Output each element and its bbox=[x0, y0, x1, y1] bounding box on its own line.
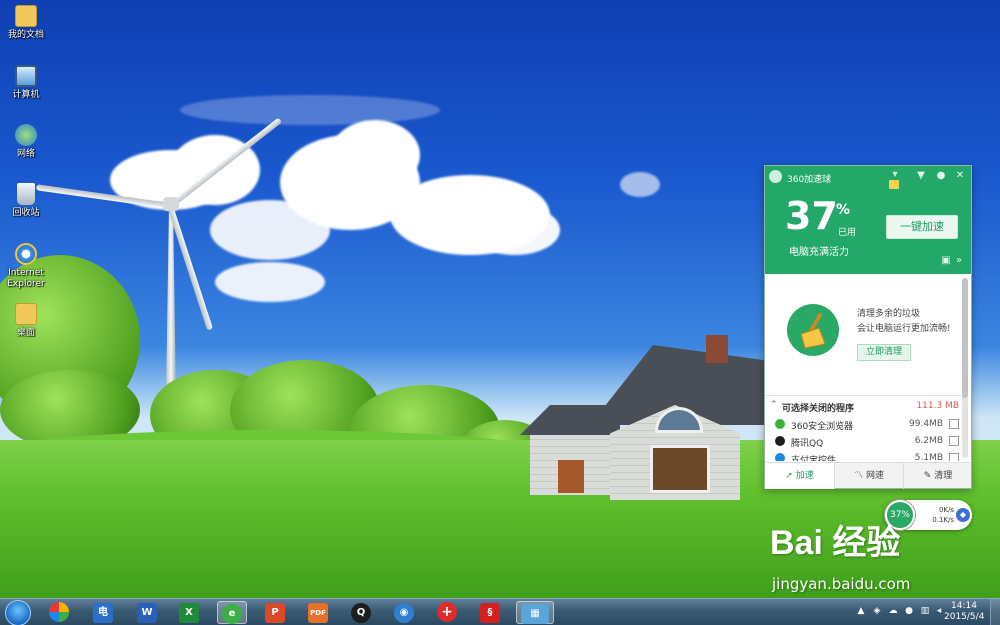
taskbar-360-safe[interactable] bbox=[44, 601, 74, 624]
taskbar-dian[interactable]: 电 bbox=[88, 601, 118, 624]
gamepad-icon[interactable]: ▣ bbox=[940, 255, 952, 267]
panel-header: 360加速球 ▾ ▼ ● ✕ 37 % 已用 电脑充满活力 一键加速 ▣ » bbox=[765, 166, 971, 274]
taskbar-first-aid[interactable]: + bbox=[432, 601, 462, 624]
network-icon bbox=[15, 124, 37, 146]
close-icon[interactable]: ✕ bbox=[954, 170, 966, 182]
computer-icon bbox=[15, 65, 37, 87]
collapse-caret-icon[interactable]: ⌃ bbox=[770, 400, 778, 410]
program-checkbox[interactable] bbox=[949, 453, 959, 461]
red-app-icon: § bbox=[480, 603, 500, 623]
one-click-boost-button[interactable]: 一键加速 bbox=[886, 215, 958, 239]
desktop-icon-internet-explorer[interactable]: Internet Explorer bbox=[2, 243, 50, 290]
qq-icon: Q bbox=[351, 603, 371, 623]
360-browser-icon bbox=[775, 419, 785, 429]
alipay-icon bbox=[775, 453, 785, 461]
taskbar-word[interactable]: W bbox=[132, 601, 162, 624]
tab-network-speed[interactable]: 〽 网速 bbox=[834, 463, 903, 489]
watermark-logo: Bai 经验 bbox=[770, 524, 901, 562]
section-total-size: 111.3 MB bbox=[916, 401, 959, 411]
clean-card: 清理多余的垃圾 会让电脑运行更加流畅! 立即清理 bbox=[765, 274, 961, 392]
word-icon: W bbox=[137, 603, 157, 623]
taskbar-360-browser[interactable]: e bbox=[217, 601, 247, 624]
input-method-icon[interactable]: ☁ bbox=[887, 605, 899, 617]
eye-icon: ◉ bbox=[394, 603, 414, 623]
qq-tray-icon[interactable]: ● bbox=[903, 605, 915, 617]
upload-speed: 0K/s bbox=[938, 506, 954, 514]
used-label: 已用 bbox=[838, 228, 857, 238]
network-speed-icon: 〽 bbox=[854, 471, 864, 481]
documents-folder-icon bbox=[15, 5, 37, 27]
tray-expand-icon[interactable]: ▲ bbox=[855, 605, 867, 617]
first-aid-icon: + bbox=[437, 602, 457, 622]
program-checkbox[interactable] bbox=[949, 419, 959, 429]
double-chevron-right-icon[interactable]: » bbox=[953, 255, 965, 267]
360-safe-icon bbox=[49, 602, 69, 622]
skin-icon[interactable]: ▼ bbox=[915, 170, 927, 182]
wind-turbine-tower bbox=[166, 205, 176, 400]
pdf-icon: PDF bbox=[308, 603, 328, 623]
qq-icon bbox=[775, 436, 785, 446]
360-browser-icon: e bbox=[222, 604, 242, 624]
show-desktop-button[interactable] bbox=[990, 599, 1000, 625]
pdf-viewer-icon: P bbox=[265, 603, 285, 623]
scrollbar-thumb[interactable] bbox=[962, 278, 968, 398]
program-row[interactable]: 腾讯QQ 6.2MB bbox=[765, 433, 961, 450]
desktop-icon-computer[interactable]: 计算机 bbox=[2, 65, 50, 101]
desktop-preview-icon: ▦ bbox=[521, 604, 549, 624]
rocket-icon: ➚ bbox=[785, 471, 793, 481]
desktop-icon-desktop-folder[interactable]: 桌面 bbox=[2, 303, 50, 339]
user-avatar-icon[interactable] bbox=[769, 170, 782, 183]
taskbar-desktop-preview[interactable]: ▦ bbox=[516, 601, 554, 624]
clean-hint-line2: 会让电脑运行更加流畅! bbox=[857, 324, 951, 334]
turbine-hub bbox=[163, 197, 179, 211]
excel-icon: X bbox=[179, 603, 199, 623]
taskbar-pdf[interactable]: PDF bbox=[303, 601, 333, 624]
percent-sign: % bbox=[836, 202, 851, 218]
taskbar-pdf-viewer[interactable]: P bbox=[260, 601, 290, 624]
clean-hint-line1: 清理多余的垃圾 bbox=[857, 309, 921, 319]
closable-programs-header[interactable]: ⌃ 可选择关闭的程序 111.3 MB bbox=[765, 395, 961, 415]
shield-icon[interactable]: ◈ bbox=[871, 605, 883, 617]
internet-explorer-icon bbox=[15, 243, 37, 265]
taskbar-qq[interactable]: Q bbox=[346, 601, 376, 624]
start-button[interactable] bbox=[5, 600, 31, 625]
program-row[interactable]: 支付宝控件 5.1MB bbox=[765, 450, 961, 461]
network-tray-icon[interactable]: ▥ bbox=[919, 605, 931, 617]
memory-percent: 37 bbox=[785, 194, 838, 238]
desktop-folder-icon bbox=[15, 303, 37, 325]
clock-date[interactable]: 2015/5/4 bbox=[944, 612, 984, 622]
system-tray: ▲ ◈ ☁ ● ▥ ◂ bbox=[855, 603, 945, 623]
chat-bubble-icon[interactable]: ● bbox=[935, 170, 947, 182]
panel-tabs: ➚ 加速 〽 网速 ✎ 清理 bbox=[765, 462, 972, 489]
taskbar: 电 W X e P PDF Q ◉ + § ▦ ▲ ◈ ☁ ● ▥ ◂ 14:1… bbox=[0, 598, 1000, 625]
tab-boost[interactable]: ➚ 加速 bbox=[765, 463, 834, 489]
baidu-jingyan-watermark: Bai 经验 jingyan.baidu.com bbox=[770, 515, 995, 605]
desktop-icon-network[interactable]: 网络 bbox=[2, 124, 50, 160]
house bbox=[520, 335, 770, 500]
desktop-icon-recycle-bin[interactable]: 回收站 bbox=[2, 183, 50, 219]
taskbar-eye-app[interactable]: ◉ bbox=[389, 601, 419, 624]
clean-now-button[interactable]: 立即清理 bbox=[857, 344, 911, 361]
program-row[interactable]: 360安全浏览器 99.4MB bbox=[765, 416, 961, 433]
panel-title: 360加速球 bbox=[787, 175, 832, 185]
broom-icon: ✎ bbox=[923, 471, 932, 481]
broom-icon bbox=[787, 304, 839, 356]
desktop-icon-my-documents[interactable]: 我的文档 bbox=[2, 5, 50, 41]
taskbar-excel[interactable]: X bbox=[174, 601, 204, 624]
panel-scrollbar[interactable] bbox=[962, 278, 968, 458]
taskbar-red-app[interactable]: § bbox=[475, 601, 505, 624]
accelerator-panel: 360加速球 ▾ ▼ ● ✕ 37 % 已用 电脑充满活力 一键加速 ▣ » 清… bbox=[764, 165, 972, 489]
watermark-url: jingyan.baidu.com bbox=[772, 575, 911, 593]
recycle-bin-icon bbox=[17, 183, 35, 205]
program-checkbox[interactable] bbox=[949, 436, 959, 446]
section-title: 可选择关闭的程序 bbox=[782, 404, 855, 414]
tab-clean[interactable]: ✎ 清理 bbox=[903, 463, 972, 489]
pendant-tag-icon[interactable] bbox=[889, 180, 899, 189]
status-text: 电脑充满活力 bbox=[789, 247, 849, 258]
clock-time[interactable]: 14:14 bbox=[951, 601, 977, 611]
dian-icon: 电 bbox=[93, 603, 113, 623]
